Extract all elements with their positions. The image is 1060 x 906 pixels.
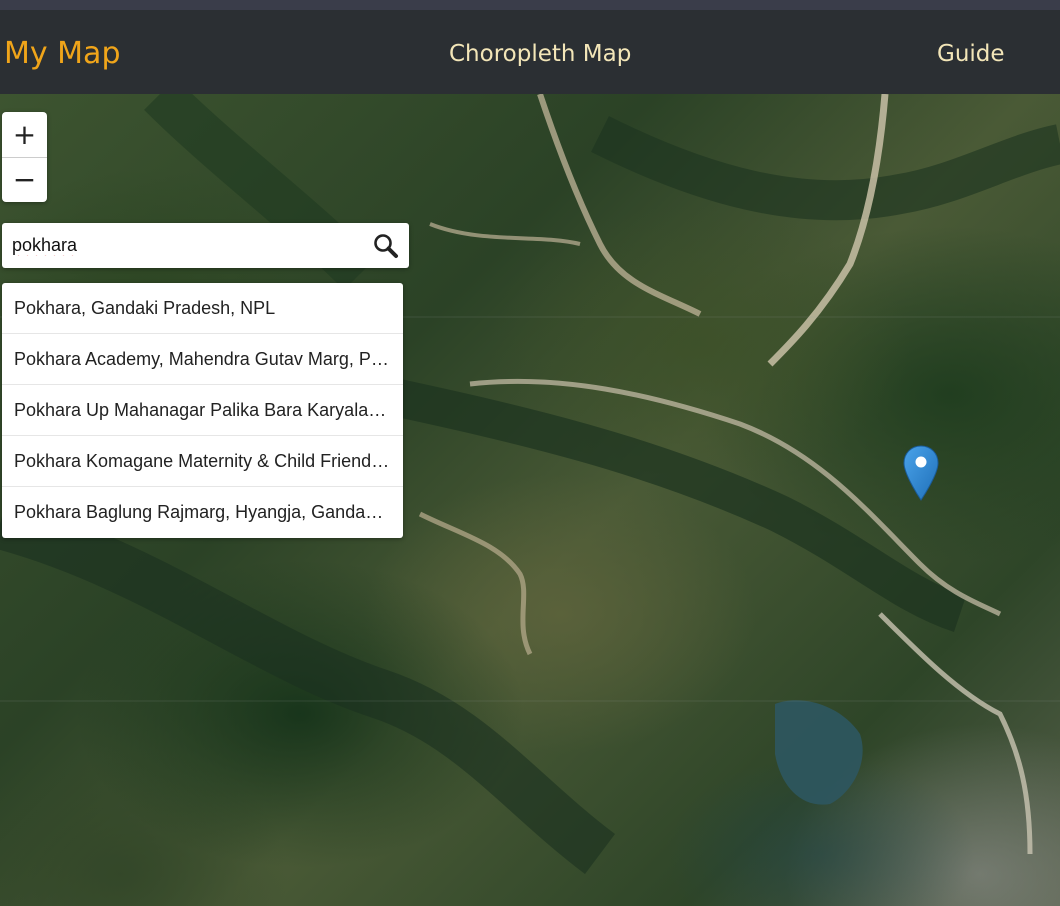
search-results-list: Pokhara, Gandaki Pradesh, NPL Pokhara Ac… xyxy=(2,283,403,538)
map-pin-icon[interactable] xyxy=(902,444,940,502)
brand-title[interactable]: My Map xyxy=(4,36,120,72)
nav-link-choropleth-map[interactable]: Choropleth Map xyxy=(449,40,631,68)
zoom-control: + − xyxy=(2,112,47,202)
zoom-out-button[interactable]: − xyxy=(2,157,47,202)
window-top-strip xyxy=(0,0,1060,10)
search-icon[interactable] xyxy=(371,231,401,261)
search-result-item[interactable]: Pokhara, Gandaki Pradesh, NPL xyxy=(2,283,403,334)
zoom-in-button[interactable]: + xyxy=(2,112,47,158)
search-box xyxy=(2,223,409,268)
search-input[interactable] xyxy=(2,223,362,268)
search-result-item[interactable]: Pokhara Up Mahanagar Palika Bara Karyala… xyxy=(2,385,403,436)
search-result-item[interactable]: Pokhara Baglung Rajmarg, Hyangja, Gandak… xyxy=(2,487,403,538)
search-result-item[interactable]: Pokhara Academy, Mahendra Gutav Marg, Po… xyxy=(2,334,403,385)
search-result-item[interactable]: Pokhara Komagane Maternity & Child Frien… xyxy=(2,436,403,487)
navbar: My Map Choropleth Map Guide xyxy=(0,10,1060,94)
nav-link-guide[interactable]: Guide xyxy=(937,40,1005,68)
